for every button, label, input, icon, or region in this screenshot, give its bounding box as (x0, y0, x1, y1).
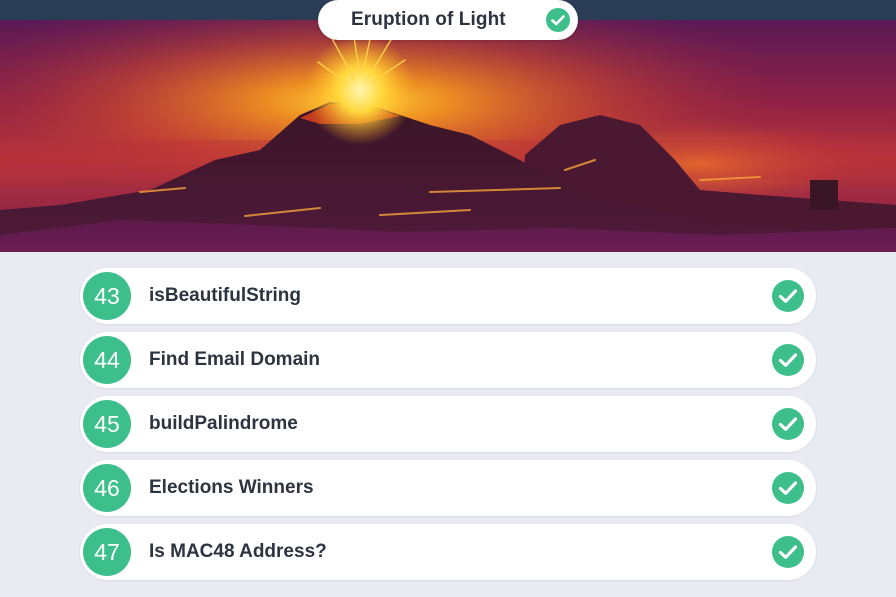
task-list: 43 isBeautifulString 44 Find Email Domai… (80, 268, 816, 588)
task-row[interactable]: 44 Find Email Domain (80, 332, 816, 388)
task-row[interactable]: 45 buildPalindrome (80, 396, 816, 452)
task-title: Find Email Domain (149, 349, 321, 370)
check-circle-icon (546, 8, 570, 32)
task-number-badge: 43 (83, 272, 131, 320)
task-number-badge: 47 (83, 528, 131, 576)
check-circle-icon (772, 280, 804, 312)
level-title-pill: Eruption of Light (318, 0, 578, 40)
task-number-badge: 45 (83, 400, 131, 448)
check-circle-icon (772, 472, 804, 504)
task-title: buildPalindrome (149, 413, 298, 434)
task-number-badge: 44 (83, 336, 131, 384)
volcano-banner (0, 20, 896, 252)
task-title: Is MAC48 Address? (149, 541, 327, 562)
task-row[interactable]: 43 isBeautifulString (80, 268, 816, 324)
task-number-badge: 46 (83, 464, 131, 512)
check-circle-icon (772, 536, 804, 568)
task-title: Elections Winners (149, 477, 314, 498)
task-row[interactable]: 47 Is MAC48 Address? (80, 524, 816, 580)
page: Eruption of Light 43 isBeautifulString 4… (0, 0, 896, 597)
check-circle-icon (772, 344, 804, 376)
level-title: Eruption of Light (351, 9, 506, 30)
task-row[interactable]: 46 Elections Winners (80, 460, 816, 516)
check-circle-icon (772, 408, 804, 440)
task-title: isBeautifulString (149, 285, 302, 306)
